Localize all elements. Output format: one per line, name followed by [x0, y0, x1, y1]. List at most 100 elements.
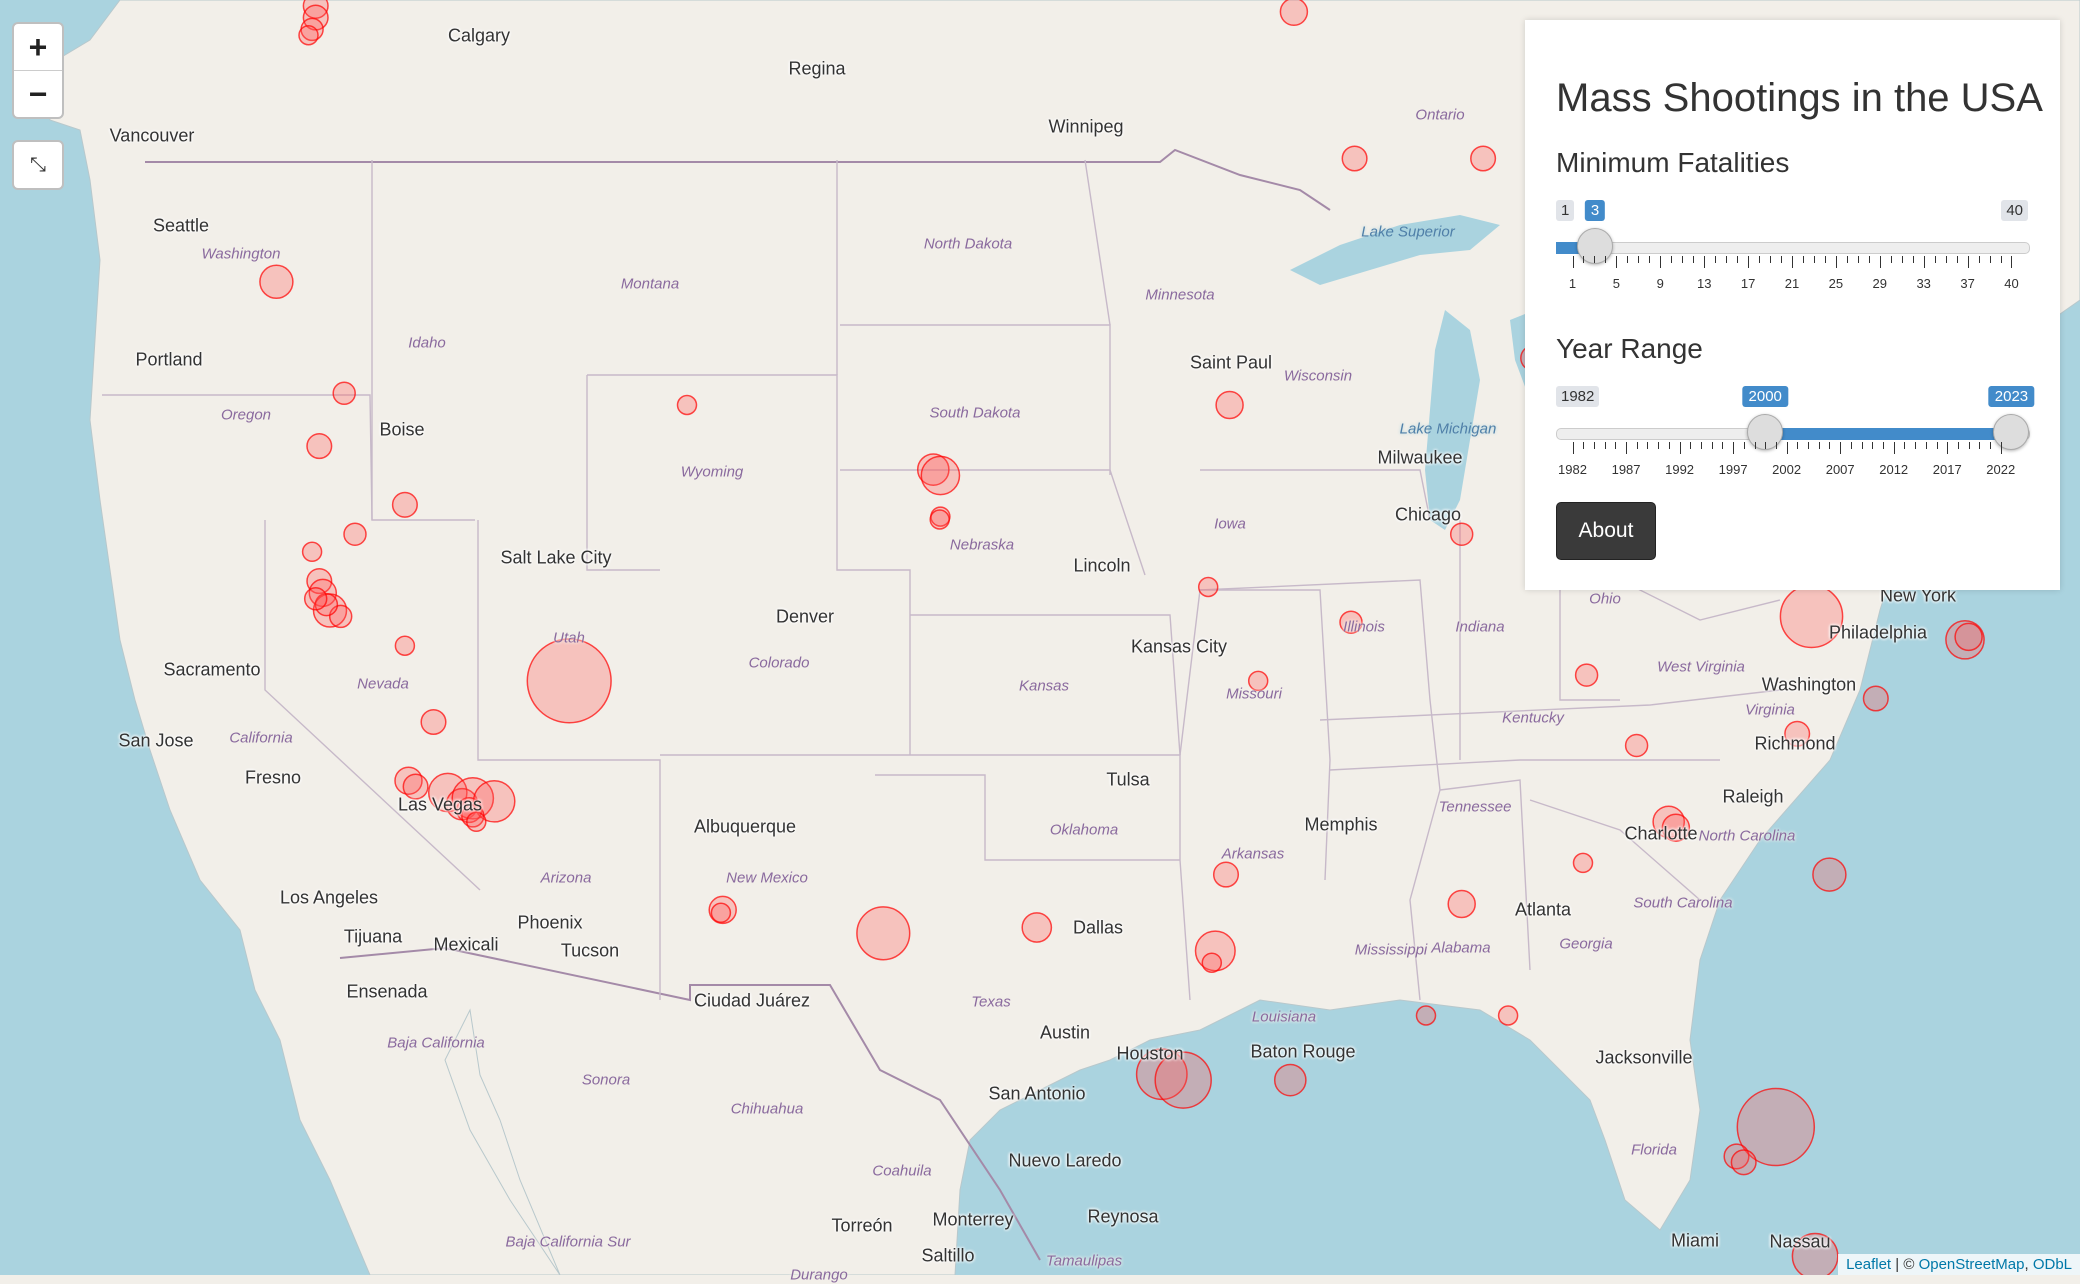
shooting-marker[interactable] — [1470, 145, 1497, 172]
slider-tick-label: 2017 — [1932, 462, 1962, 477]
shooting-marker[interactable] — [1247, 670, 1269, 692]
slider-tick-label: 5 — [1612, 276, 1621, 291]
slider-minor-tick — [1722, 442, 1724, 449]
slider-minor-tick — [1754, 442, 1756, 449]
shooting-marker[interactable] — [1779, 584, 1844, 649]
shooting-marker[interactable] — [1497, 1005, 1519, 1026]
slider-minor-tick — [1775, 442, 1777, 449]
about-button[interactable]: About — [1556, 502, 1656, 560]
shooting-marker[interactable] — [526, 638, 612, 724]
shooting-marker[interactable] — [676, 394, 698, 416]
shooting-marker[interactable] — [1273, 1063, 1307, 1097]
slider-tick — [1679, 442, 1681, 454]
shooting-marker[interactable] — [420, 708, 447, 736]
shooting-marker[interactable] — [402, 773, 429, 800]
slider-minor-tick — [1868, 256, 1870, 263]
osm-link[interactable]: OpenStreetMap — [1919, 1256, 2025, 1273]
slider-tick-label: 1987 — [1611, 462, 1641, 477]
zoom-in-button[interactable]: + — [14, 24, 62, 70]
shooting-marker[interactable] — [710, 902, 732, 924]
reset-view-button[interactable]: ⤡ — [12, 140, 64, 190]
slider-minor-tick — [1693, 256, 1695, 263]
shooting-marker[interactable] — [332, 381, 356, 406]
shooting-marker[interactable] — [1215, 390, 1244, 420]
slider-minor-tick — [1813, 256, 1815, 263]
slider-minor-tick — [1861, 442, 1863, 449]
shooting-marker[interactable] — [391, 491, 418, 518]
shooting-marker[interactable] — [1784, 720, 1811, 747]
shooting-marker[interactable] — [1812, 857, 1847, 892]
shooting-marker[interactable] — [1574, 663, 1599, 687]
shooting-marker[interactable] — [1572, 852, 1594, 874]
shooting-marker[interactable] — [1197, 576, 1219, 598]
slider-minor-tick — [1797, 442, 1799, 449]
fatalities-max-label: 40 — [2001, 200, 2028, 221]
shooting-marker[interactable] — [1447, 889, 1476, 919]
shooting-marker[interactable] — [1415, 1005, 1437, 1026]
shooting-marker[interactable] — [1730, 1149, 1757, 1176]
year-range-slider[interactable]: 1982 2000 2023 1982 1987 1992 1997 2002 2007 2… — [1556, 386, 2035, 506]
slider-minor-tick — [1912, 256, 1914, 263]
shooting-marker[interactable] — [1021, 912, 1053, 943]
shooting-marker[interactable] — [1339, 610, 1363, 634]
slider-minor-tick — [1759, 256, 1761, 263]
fatalities-slider[interactable]: 1 40 3 1 5 9 13 17 21 25 29 33 37 40 — [1556, 200, 2030, 320]
slider-tick — [1835, 256, 1837, 268]
slider-minor-tick — [1872, 442, 1874, 449]
slider-minor-tick — [1936, 442, 1938, 449]
shooting-marker[interactable] — [1212, 861, 1240, 888]
year-fill — [1765, 428, 2012, 440]
shooting-marker[interactable] — [929, 509, 950, 530]
shooting-marker[interactable] — [856, 906, 911, 961]
shooting-marker[interactable] — [303, 587, 328, 611]
shooting-marker[interactable] — [1279, 0, 1309, 27]
attribution-separator: | © — [1891, 1256, 1919, 1273]
leaflet-link[interactable]: Leaflet — [1846, 1256, 1891, 1273]
shooting-marker[interactable] — [1201, 952, 1223, 973]
zoom-out-button[interactable]: − — [14, 70, 62, 117]
fatalities-track[interactable] — [1556, 242, 2030, 254]
slider-minor-tick — [1636, 442, 1638, 449]
fatalities-value-badge: 3 — [1584, 200, 1606, 221]
shooting-marker[interactable] — [1341, 145, 1368, 172]
slider-tick — [1572, 442, 1574, 454]
shooting-marker[interactable] — [920, 455, 961, 496]
odbl-link[interactable]: ODbL — [2033, 1256, 2072, 1273]
slider-tick-label: 2012 — [1879, 462, 1909, 477]
zoom-control: + − — [12, 22, 64, 119]
slider-minor-tick — [1829, 442, 1831, 449]
shooting-marker[interactable] — [1862, 685, 1889, 712]
slider-tick — [2000, 442, 2002, 454]
shooting-marker[interactable] — [306, 433, 333, 460]
slider-minor-tick — [1990, 442, 1992, 449]
slider-minor-tick — [1956, 256, 1958, 263]
slider-minor-tick — [1605, 256, 1607, 263]
slider-minor-tick — [1743, 442, 1745, 449]
slider-minor-tick — [1671, 256, 1673, 263]
year-to-handle[interactable] — [1993, 414, 2030, 450]
slider-minor-tick — [1647, 442, 1649, 449]
shooting-marker[interactable] — [1624, 733, 1649, 758]
slider-tick — [1626, 442, 1628, 454]
shooting-marker[interactable] — [1154, 1051, 1212, 1109]
shooting-marker[interactable] — [301, 541, 323, 563]
shooting-marker[interactable] — [1954, 622, 1983, 652]
shooting-marker[interactable] — [343, 522, 367, 546]
slider-minor-tick — [1627, 256, 1629, 263]
shooting-marker[interactable] — [394, 635, 416, 656]
shooting-marker[interactable] — [1791, 1232, 1839, 1276]
slider-minor-tick — [1968, 442, 1970, 449]
shooting-marker[interactable] — [1449, 522, 1474, 546]
fatalities-slider-label: Minimum Fatalities — [1556, 147, 1790, 178]
slider-tick — [1947, 442, 1949, 454]
slider-minor-tick — [1904, 442, 1906, 449]
shooting-marker[interactable] — [259, 264, 294, 300]
shooting-marker[interactable] — [1661, 813, 1691, 842]
shooting-marker[interactable] — [466, 811, 487, 833]
shooting-marker[interactable] — [298, 24, 319, 46]
slider-tick — [1733, 442, 1735, 454]
slider-tick-label: 25 — [1828, 276, 1844, 291]
slider-minor-tick — [1934, 256, 1936, 263]
slider-minor-tick — [1583, 442, 1585, 449]
slider-minor-tick — [1658, 442, 1660, 449]
